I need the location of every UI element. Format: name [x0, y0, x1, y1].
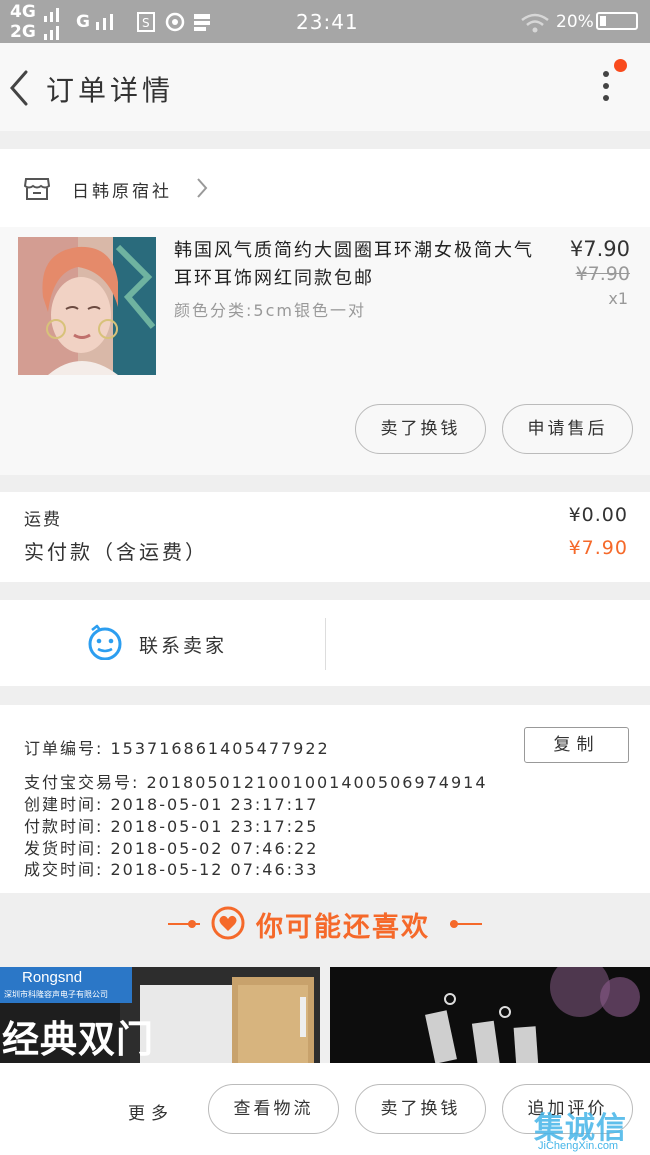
- shop-row[interactable]: 日韩原宿社: [0, 149, 650, 227]
- product-price: ¥7.90: [569, 237, 630, 261]
- network-2g: 2G: [10, 22, 36, 42]
- more-menu-icon[interactable]: [598, 71, 614, 107]
- item-headline: 经典双门: [2, 1018, 154, 1061]
- alipay-trade-no: 支付宝交易号: 2018050121001001400506974914: [24, 773, 488, 792]
- order-number: 订单编号: 153716861405477922: [24, 739, 330, 758]
- battery-icon: [596, 12, 638, 30]
- bracelet-image: [330, 967, 650, 1063]
- shipping-value: ¥0.00: [568, 504, 628, 526]
- product-sku: 颜色分类:5cm银色一对: [174, 301, 366, 320]
- paid-value: ¥7.90: [568, 537, 628, 559]
- product-title[interactable]: 韩国风气质简约大圆圈耳环潮女极简大气耳环耳饰网红同款包邮: [174, 237, 546, 293]
- product-original-price: ¥7.90: [575, 263, 630, 285]
- back-arrow-icon[interactable]: [8, 69, 32, 107]
- clock: 23:41: [296, 10, 359, 34]
- decor-dot-left: [188, 920, 196, 928]
- signal-icon-2: [96, 14, 113, 30]
- watermark-en: JiChengXin.com: [538, 1140, 619, 1152]
- contact-seller-button[interactable]: 联系卖家: [139, 631, 227, 658]
- brand-name: Rongsnd: [22, 969, 83, 986]
- apply-after-sale-button[interactable]: 申请售后: [502, 404, 633, 454]
- sell-for-cash-button-bottom[interactable]: 卖了换钱: [355, 1084, 486, 1134]
- recommend-item-fridge[interactable]: Rongsnd 深圳市科隆容声电子有限公司 经典双门: [0, 967, 320, 1063]
- page-title: 订单详情: [46, 74, 175, 107]
- store-icon: [24, 178, 50, 200]
- product-photo: [18, 237, 156, 375]
- shop-name: 日韩原宿社: [72, 182, 172, 202]
- copy-button[interactable]: 复制: [524, 727, 629, 763]
- network-g: G: [76, 12, 90, 32]
- order-info: 订单编号: 153716861405477922 复制 支付宝交易号: 2018…: [0, 705, 650, 893]
- nav-bar: 订单详情: [0, 43, 650, 131]
- chevron-right-icon: [197, 178, 208, 198]
- view-logistics-button[interactable]: 查看物流: [208, 1084, 339, 1134]
- heart-icon: [211, 906, 245, 940]
- divider: [325, 618, 326, 670]
- product-item: 韩国风气质简约大圆圈耳环潮女极简大气耳环耳饰网红同款包邮 颜色分类:5cm银色一…: [0, 227, 650, 475]
- wifi-icon: [521, 13, 549, 33]
- product-quantity: x1: [608, 289, 628, 308]
- watermark: 集诚信 JiChengXin.com: [532, 1103, 650, 1155]
- status-bar: 4G 2G G S 23:41 20%: [0, 0, 650, 43]
- brand-sub: 深圳市科隆容声电子有限公司: [4, 990, 108, 999]
- notification-dot: [614, 59, 627, 72]
- svg-text:S: S: [142, 16, 150, 30]
- product-thumbnail[interactable]: [18, 237, 156, 375]
- paid-time: 付款时间: 2018-05-01 23:17:25: [24, 817, 319, 836]
- decor-line-right: [450, 923, 482, 925]
- chat-face-icon[interactable]: [86, 624, 124, 660]
- recommend-header: 你可能还喜欢: [0, 893, 650, 955]
- recommend-title: 你可能还喜欢: [256, 912, 430, 943]
- paid-label: 实付款（含运费）: [24, 540, 208, 564]
- recommend-grid: Rongsnd 深圳市科隆容声电子有限公司 经典双门: [0, 967, 650, 1067]
- signal-icon: [44, 8, 59, 40]
- more-button[interactable]: 更多: [128, 1099, 174, 1124]
- completed-time: 成交时间: 2018-05-12 07:46:33: [24, 860, 319, 879]
- sell-for-cash-button[interactable]: 卖了换钱: [355, 404, 486, 454]
- notification-icons: S: [137, 12, 210, 32]
- network-4g: 4G: [10, 2, 36, 22]
- contact-section: 联系卖家: [0, 600, 650, 686]
- created-time: 创建时间: 2018-05-01 23:17:17: [24, 795, 319, 814]
- shipping-label: 运费: [24, 510, 62, 530]
- fees-section: 运费 ¥0.00 实付款（含运费） ¥7.90: [0, 492, 650, 582]
- brand-banner: Rongsnd 深圳市科隆容声电子有限公司: [0, 967, 132, 1003]
- battery-percent: 20%: [556, 12, 594, 32]
- recommend-item-bracelet[interactable]: [330, 967, 650, 1063]
